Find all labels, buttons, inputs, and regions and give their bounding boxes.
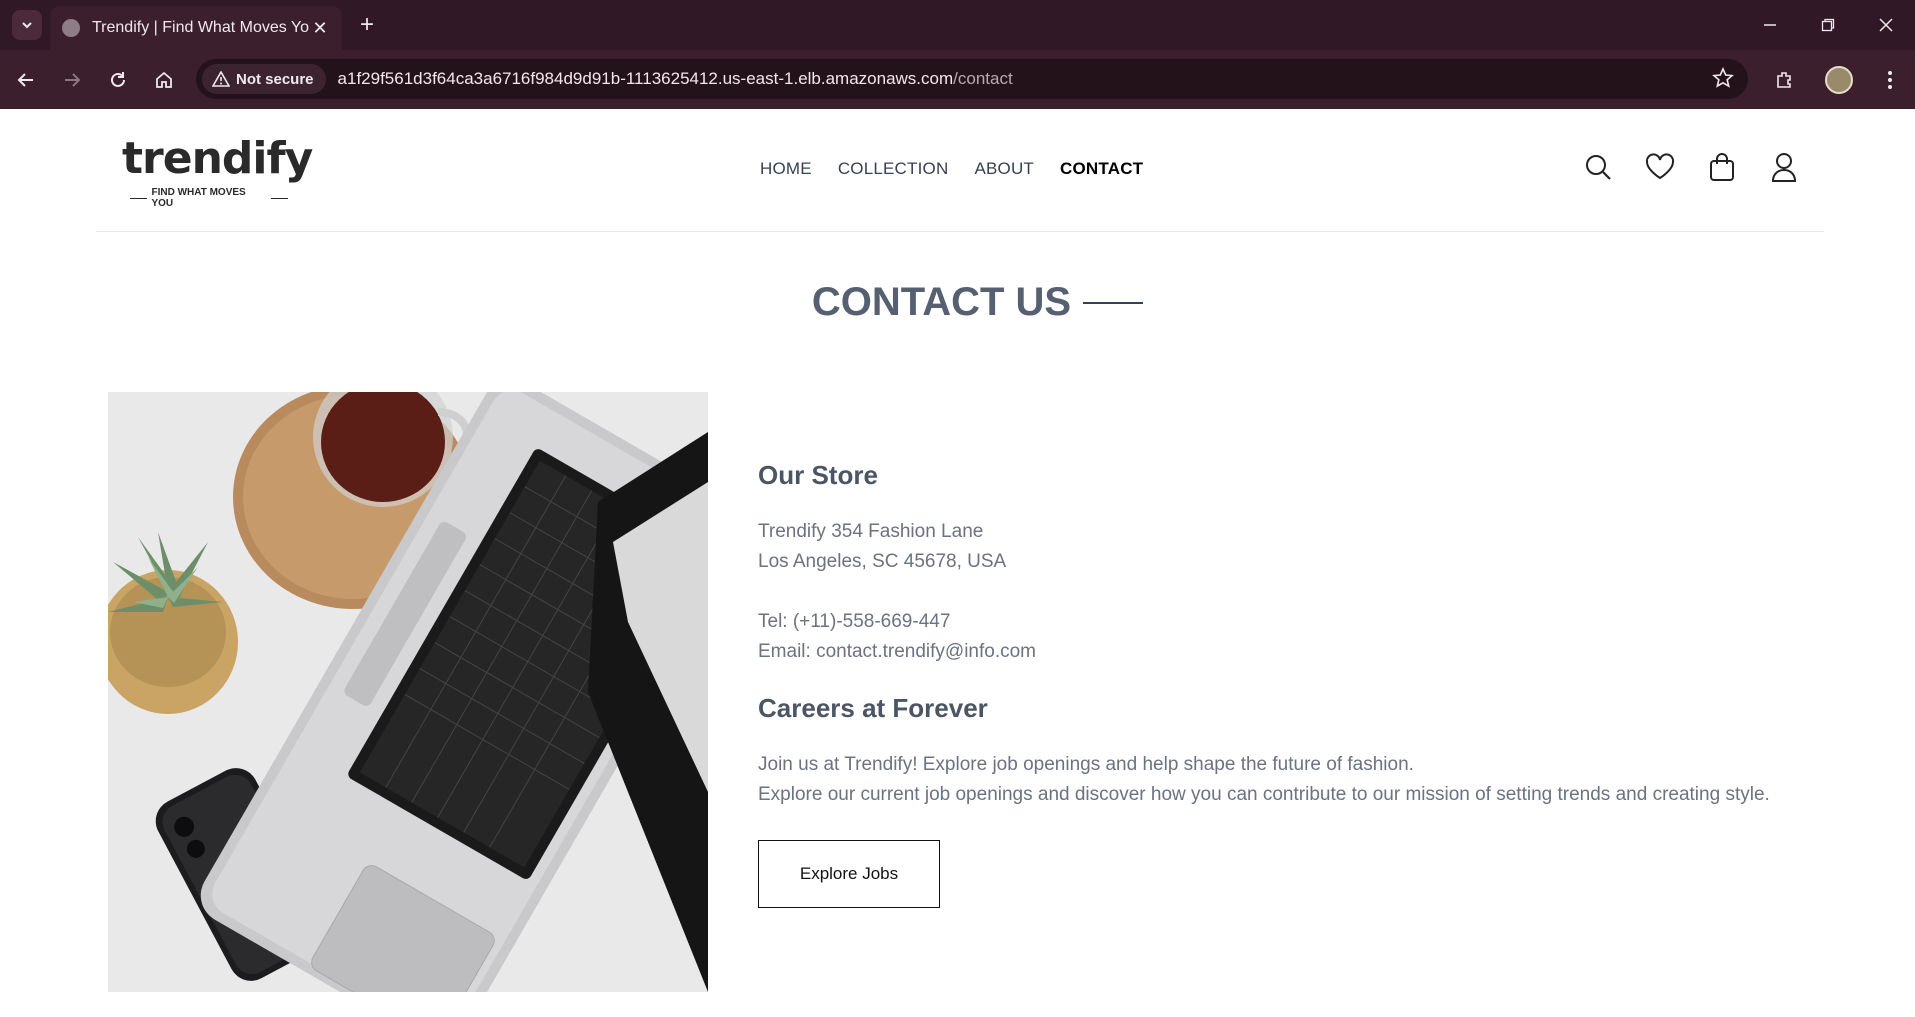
arrow-right-icon (65, 72, 81, 87)
address-bar[interactable]: Not secure a1f29f561d3f64ca3a6716f984d9d… (196, 59, 1748, 99)
tab-title: Trendify | Find What Moves You (92, 19, 310, 36)
security-chip[interactable]: Not secure (202, 64, 326, 94)
reload-button[interactable] (98, 60, 138, 100)
address-line-1: Trendify 354 Fashion Lane (758, 521, 984, 542)
minimize-icon (1764, 24, 1776, 26)
extensions-icon[interactable] (1765, 60, 1805, 100)
close-window-button[interactable] (1857, 0, 1915, 50)
page-title: CONTACT US (811, 280, 1072, 324)
url-host: a1f29f561d3f64ca3a6716f984d9d91b-1113625… (337, 69, 954, 88)
more-menu-icon[interactable] (1875, 60, 1905, 100)
minimize-button[interactable] (1741, 0, 1799, 50)
forward-button[interactable] (52, 60, 92, 100)
logo-text: trendify (122, 133, 313, 184)
page-title-row: CONTACT US (0, 280, 1915, 325)
tab-strip: Trendify | Find What Moves You ✕ + (0, 0, 1915, 50)
nav-collection[interactable]: COLLECTION (838, 159, 949, 179)
nav-contact[interactable]: CONTACT (1060, 159, 1143, 179)
bag-icon[interactable] (1706, 151, 1738, 183)
logo-tagline: FIND WHAT MOVES YOU (151, 187, 246, 209)
url-text[interactable]: a1f29f561d3f64ca3a6716f984d9d91b-1113625… (338, 69, 1013, 89)
user-icon[interactable] (1768, 151, 1800, 183)
contact-info: Our Store Trendify 354 Fashion Lane Los … (758, 460, 1858, 908)
browser-toolbar: Not secure a1f29f561d3f64ca3a6716f984d9d… (0, 50, 1915, 109)
restore-icon (1821, 18, 1835, 32)
close-icon[interactable]: ✕ (310, 18, 330, 39)
careers-line-1: Join us at Trendify! Explore job opening… (758, 754, 1414, 775)
warning-icon (212, 71, 230, 87)
tab-search-button[interactable] (12, 10, 42, 40)
url-path: /contact (953, 69, 1013, 88)
careers-line-2: Explore our current job openings and dis… (758, 784, 1770, 805)
reload-icon (111, 71, 125, 87)
arrow-left-icon (17, 72, 33, 87)
search-icon[interactable] (1582, 151, 1614, 183)
new-tab-button[interactable]: + (352, 10, 382, 40)
email-address: Email: contact.trendify@info.com (758, 641, 1037, 662)
phone-number: Tel: (+11)-558-669-447 (758, 611, 951, 632)
restore-button[interactable] (1799, 0, 1857, 50)
toolbar-right (1765, 50, 1915, 109)
logo[interactable]: trendify FIND WHAT MOVES YOU (122, 133, 313, 210)
site-header: trendify FIND WHAT MOVES YOU HOME COLLEC… (96, 109, 1824, 232)
globe-icon (62, 19, 80, 37)
main-nav: HOME COLLECTION ABOUT CONTACT (760, 159, 1143, 179)
home-icon (156, 71, 172, 88)
close-icon (1879, 18, 1893, 32)
chevron-down-icon (22, 22, 32, 29)
logo-tagline-row: FIND WHAT MOVES YOU (126, 187, 292, 209)
store-heading: Our Store (758, 460, 878, 490)
explore-jobs-button[interactable]: Explore Jobs (758, 840, 940, 908)
careers-heading: Careers at Forever (758, 693, 988, 723)
heart-icon[interactable] (1644, 151, 1676, 183)
contact-image (108, 392, 708, 992)
home-button[interactable] (144, 60, 184, 100)
nav-home[interactable]: HOME (760, 159, 812, 179)
window-controls (1741, 0, 1915, 50)
address-line-2: Los Angeles, SC 45678, USA (758, 551, 1007, 572)
browser-chrome: Trendify | Find What Moves You ✕ + Not s… (0, 0, 1915, 109)
security-label: Not secure (236, 70, 314, 88)
profile-avatar[interactable] (1825, 65, 1853, 94)
nav-about[interactable]: ABOUT (974, 159, 1034, 179)
browser-tab[interactable]: Trendify | Find What Moves You ✕ (50, 6, 342, 50)
title-rule (1083, 301, 1144, 304)
bookmark-star-icon[interactable] (1712, 67, 1734, 94)
header-icons (1582, 151, 1800, 183)
back-button[interactable] (6, 60, 46, 100)
